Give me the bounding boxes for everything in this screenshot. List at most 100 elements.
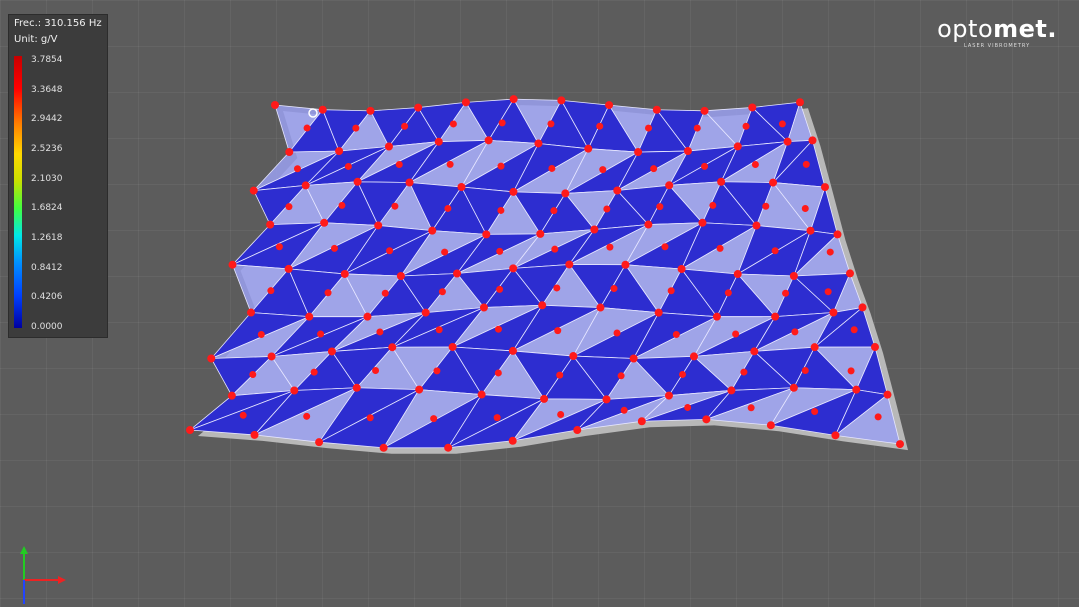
scan-point[interactable] <box>791 328 799 336</box>
scan-point[interactable] <box>285 203 293 211</box>
scan-point[interactable] <box>629 354 638 363</box>
scan-point[interactable] <box>290 386 299 395</box>
scan-point[interactable] <box>285 148 294 157</box>
scan-point[interactable] <box>479 303 488 312</box>
scan-point[interactable] <box>621 260 630 269</box>
scan-point[interactable] <box>381 289 389 297</box>
scan-point[interactable] <box>732 330 740 338</box>
scan-point[interactable] <box>833 230 842 239</box>
scan-point[interactable] <box>310 368 318 376</box>
scan-point[interactable] <box>494 369 502 377</box>
scan-point[interactable] <box>414 103 423 112</box>
scan-point[interactable] <box>747 404 755 412</box>
scan-point[interactable] <box>435 326 443 334</box>
scan-point[interactable] <box>766 421 775 430</box>
scan-point[interactable] <box>448 342 457 351</box>
scan-point[interactable] <box>303 412 311 420</box>
scan-point[interactable] <box>384 142 393 151</box>
scan-point[interactable] <box>401 122 409 130</box>
scan-point[interactable] <box>249 370 257 378</box>
scan-point[interactable] <box>267 352 276 361</box>
scan-point[interactable] <box>335 147 344 156</box>
scan-point[interactable] <box>266 220 275 229</box>
scan-point[interactable] <box>498 119 506 127</box>
scan-point[interactable] <box>664 391 673 400</box>
scan-point[interactable] <box>637 417 646 426</box>
scan-point[interactable] <box>352 124 360 132</box>
scan-point[interactable] <box>374 221 383 230</box>
scan-point[interactable] <box>246 308 255 317</box>
scan-point[interactable] <box>645 124 653 132</box>
scan-point[interactable] <box>716 244 724 252</box>
scan-point[interactable] <box>700 106 709 115</box>
scan-point[interactable] <box>534 139 543 148</box>
scan-point[interactable] <box>810 343 819 352</box>
scan-point[interactable] <box>852 385 861 394</box>
scan-point[interactable] <box>783 137 792 146</box>
scan-point[interactable] <box>271 101 279 109</box>
scan-point[interactable] <box>620 406 628 414</box>
scan-point[interactable] <box>421 308 430 317</box>
scan-point[interactable] <box>267 287 275 295</box>
scan-point[interactable] <box>684 403 692 411</box>
scan-point[interactable] <box>850 326 858 334</box>
scan-point[interactable] <box>553 284 561 292</box>
scan-point[interactable] <box>186 426 194 435</box>
scan-point[interactable] <box>717 177 726 186</box>
scan-point[interactable] <box>327 347 336 356</box>
scan-point[interactable] <box>275 243 283 251</box>
scan-point[interactable] <box>303 124 311 132</box>
scan-point[interactable] <box>808 136 817 145</box>
scan-point[interactable] <box>457 183 466 192</box>
scan-point[interactable] <box>806 226 815 235</box>
scan-point[interactable] <box>667 287 675 295</box>
scan-point[interactable] <box>548 164 556 172</box>
scan-point[interactable] <box>554 327 562 335</box>
scan-point[interactable] <box>550 207 558 215</box>
scan-point[interactable] <box>752 221 761 230</box>
scan-point[interactable] <box>497 162 505 170</box>
scan-point[interactable] <box>782 289 790 297</box>
scan-point[interactable] <box>249 186 258 195</box>
scan-point[interactable] <box>305 312 314 321</box>
scan-point[interactable] <box>778 120 786 128</box>
scan-point[interactable] <box>227 391 236 400</box>
scan-point[interactable] <box>250 430 259 439</box>
scan-point[interactable] <box>388 343 397 352</box>
scan-point[interactable] <box>508 346 517 355</box>
scan-point[interactable] <box>672 331 680 339</box>
scan-point[interactable] <box>366 414 374 422</box>
scan-point[interactable] <box>701 162 709 170</box>
scan-point[interactable] <box>771 312 780 321</box>
scan-point[interactable] <box>801 204 809 212</box>
scan-point[interactable] <box>644 220 653 229</box>
scan-point[interactable] <box>386 247 394 255</box>
scan-point[interactable] <box>606 243 614 251</box>
scan-point[interactable] <box>750 347 759 356</box>
scan-point[interactable] <box>811 408 819 416</box>
scan-point[interactable] <box>596 303 605 312</box>
scan-point[interactable] <box>613 186 622 195</box>
scan-point[interactable] <box>727 386 736 395</box>
scan-point[interactable] <box>493 414 501 422</box>
scan-point[interactable] <box>556 371 564 379</box>
scan-point[interactable] <box>846 269 854 278</box>
scan-point[interactable] <box>605 101 614 110</box>
scan-point[interactable] <box>742 122 750 130</box>
scan-point[interactable] <box>366 106 375 115</box>
scan-point[interactable] <box>257 331 265 339</box>
scan-point[interactable] <box>376 328 384 336</box>
scan-point[interactable] <box>829 308 838 317</box>
scan-point[interactable] <box>338 201 346 209</box>
scan-point[interactable] <box>650 165 658 173</box>
scan-point[interactable] <box>573 426 582 435</box>
scan-point[interactable] <box>318 105 327 114</box>
scan-point[interactable] <box>301 181 310 190</box>
scan-point[interactable] <box>509 264 518 273</box>
scan-point[interactable] <box>821 183 829 192</box>
scan-point[interactable] <box>584 144 593 153</box>
scan-point[interactable] <box>771 247 779 255</box>
scan-point[interactable] <box>496 285 504 293</box>
scan-point[interactable] <box>284 264 293 273</box>
scan-point[interactable] <box>858 303 867 312</box>
